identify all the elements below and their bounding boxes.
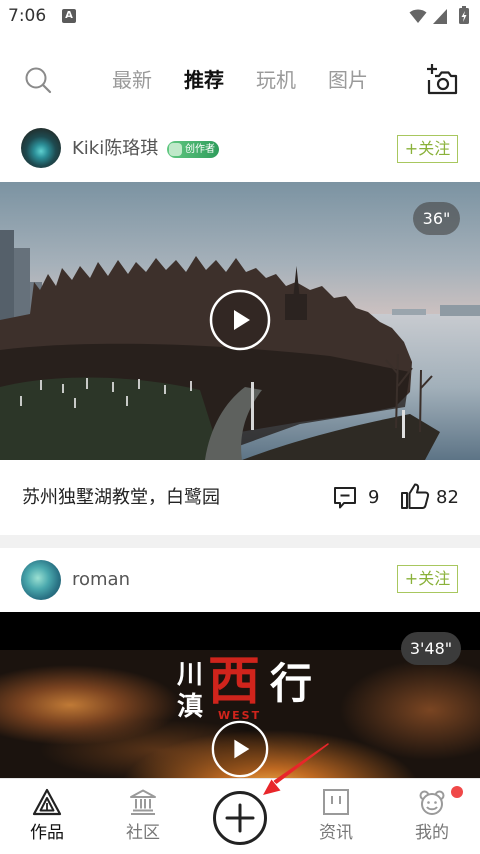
like-button[interactable] [400,481,430,511]
follow-button[interactable]: +关注 [397,135,458,163]
nav-item-profile[interactable]: 我的 [392,779,472,854]
nav-label: 社区 [126,823,160,843]
thumbnail-title-char: 西 [208,652,261,712]
nav-item-community[interactable]: 社区 [103,779,183,854]
play-icon [209,289,271,351]
comment-count: 9 [368,487,380,508]
comment-button[interactable] [332,485,358,511]
wifi-icon [409,8,427,24]
nav-label: 作品 [30,823,64,843]
notification-a-icon: A [62,9,76,23]
author-name[interactable]: Kiki陈珞琪 [72,138,158,160]
thumbnail-title-char: 行 [270,659,313,708]
follow-button[interactable]: +关注 [397,565,458,593]
creator-badge: 创作者 [167,141,219,158]
play-button[interactable] [209,289,271,351]
camera-add-icon[interactable] [425,63,459,97]
thumbs-up-icon [401,483,430,509]
battery-charging-icon [458,5,470,25]
thumbnail-title-char: 川 [177,660,204,690]
thumbnail-title-char: 滇 [177,692,204,722]
post-video[interactable]: 川 滇 西 WEST 行 3'48" [0,612,480,792]
bottom-nav: 作品 社区 资讯 我的 [0,778,480,853]
comment-icon [334,487,356,509]
notification-dot [451,786,463,798]
profile-face-icon [419,790,445,815]
badge-icon [169,143,182,156]
post-divider [0,535,480,548]
video-duration-badge: 36" [413,202,460,235]
post-video[interactable]: 36" [0,182,480,460]
tab-pictures[interactable]: 图片 [326,66,370,94]
feed-tabs: 最新 推荐 玩机 图片 [110,66,370,94]
tab-latest[interactable]: 最新 [110,66,154,94]
post-caption[interactable]: 苏州独墅湖教堂，白鹭园 [22,486,220,510]
community-building-icon [130,789,156,815]
tab-recommended[interactable]: 推荐 [182,66,226,94]
like-count: 82 [436,487,459,508]
tab-gadgets[interactable]: 玩机 [254,66,298,94]
author-avatar[interactable] [21,560,61,600]
nav-label: 资讯 [319,823,353,843]
badge-label: 创作者 [185,144,215,155]
author-avatar[interactable] [21,128,61,168]
works-triangle-icon [32,788,62,816]
search-icon[interactable] [24,66,52,94]
video-duration-badge: 3'48" [401,632,461,665]
nav-label: 我的 [415,823,449,843]
annotation-arrow [252,736,336,802]
status-time: 7:06 [8,6,47,26]
nav-item-works[interactable]: 作品 [7,779,87,854]
signal-icon [433,8,447,24]
author-name[interactable]: roman [72,569,130,591]
